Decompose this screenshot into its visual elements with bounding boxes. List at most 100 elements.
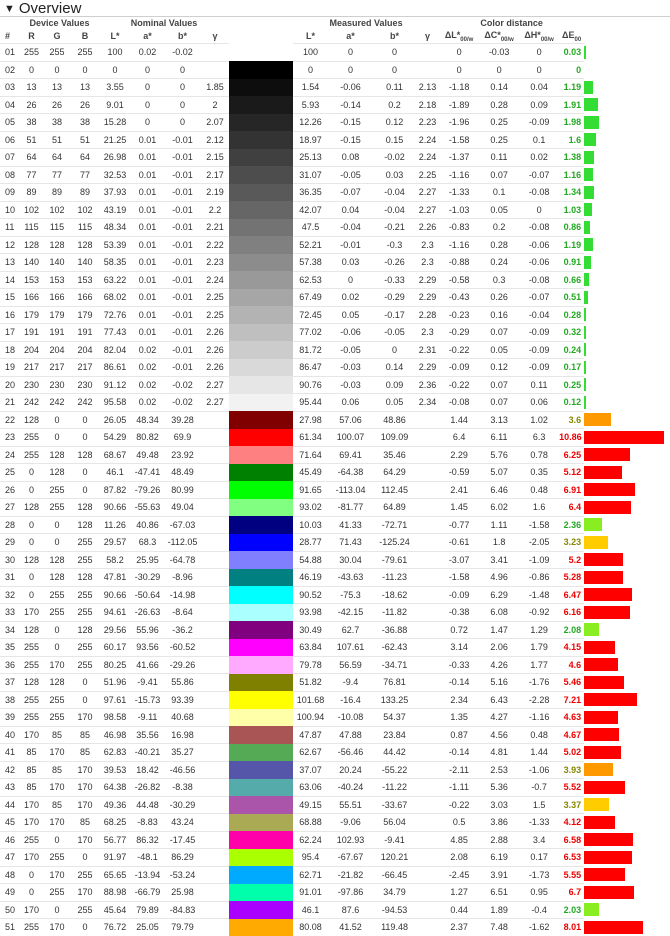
delta-h: -1.06: [519, 760, 560, 779]
measured-l: 28.77: [293, 533, 329, 551]
nominal-l: 48.34: [99, 218, 131, 236]
color-swatch: [229, 183, 294, 201]
delta-c: 5.36: [479, 778, 520, 796]
delta-l: 2.29: [439, 445, 480, 464]
r-value: 26: [20, 95, 43, 114]
measured-a: 69.41: [328, 445, 374, 464]
b-value: 153: [71, 270, 99, 289]
measured-a: -81.77: [328, 498, 374, 516]
delta-e-bar-cell: [584, 884, 670, 902]
nominal-gamma: 2.22: [201, 235, 230, 254]
delta-e: 0: [559, 60, 585, 79]
b-value: 166: [71, 288, 99, 306]
nominal-b: -0.01: [164, 288, 201, 306]
delta-e: 0.25: [559, 375, 585, 394]
nominal-l: 100: [99, 43, 131, 61]
delta-l: 6.4: [439, 428, 480, 446]
delta-e: 1.19: [559, 78, 585, 96]
overview-header[interactable]: ▼ Overview: [0, 0, 670, 17]
measured-l: 63.06: [293, 778, 329, 796]
table-row: 35 255 0 255 60.17 93.56 -60.52 63.84 107.61 -62.…: [0, 638, 670, 656]
delta-h: 0.78: [519, 445, 560, 464]
nominal-l: 86.61: [99, 358, 131, 376]
measured-a: 20.24: [328, 760, 374, 779]
nominal-b: -0.01: [164, 183, 201, 201]
delta-e: 1.91: [559, 95, 585, 114]
measured-a: -56.46: [328, 743, 374, 761]
delta-l: -0.23: [439, 305, 480, 324]
b-value: 217: [71, 358, 99, 376]
row-number: 13: [0, 253, 20, 271]
delta-c: 0.11: [479, 148, 520, 166]
g-value: 0: [43, 428, 71, 446]
b-value: 85: [71, 725, 99, 744]
nominal-l: 26.98: [99, 148, 131, 166]
color-swatch: [229, 288, 294, 306]
table-row: 23 255 0 0 54.29 80.82 69.9 61.34 100.07 109.09 6.…: [0, 428, 670, 446]
table-row: 20 230 230 230 91.12 0.02 -0.02 2.27 90.76 -0.03 0…: [0, 375, 670, 394]
measured-l: 1.54: [293, 78, 329, 96]
b-value: 255: [71, 603, 99, 621]
row-number: 17: [0, 323, 20, 341]
delta-l: -1.96: [439, 113, 480, 131]
table-row: 09 89 89 89 37.93 0.01 -0.01 2.19 36.35 -0.07 -0.0…: [0, 183, 670, 201]
delta-e: 6.25: [559, 445, 585, 464]
delta-l: 0.5: [439, 813, 480, 831]
color-swatch: [229, 428, 294, 446]
table-row: 49 0 255 170 88.98 -66.79 25.98 91.01 -97.86 34.7…: [0, 883, 670, 902]
measured-a: 100.07: [328, 428, 374, 446]
nominal-l: 60.17: [99, 638, 131, 656]
table-row: 01 255 255 255 100 0.02 -0.02 100 0 0 0 -0.03 0 0.03: [0, 43, 670, 61]
delta-e: 6.4: [559, 498, 585, 516]
nominal-l: 98.58: [99, 708, 131, 726]
color-swatch: [229, 393, 294, 411]
delta-e-bar-cell: [584, 411, 670, 429]
nominal-l: 49.36: [99, 795, 131, 814]
delta-e: 4.63: [559, 708, 585, 726]
nominal-b: -84.83: [164, 900, 201, 919]
measured-gamma: 2.3: [416, 235, 440, 254]
nominal-b: 93.39: [164, 690, 201, 709]
delta-h: 0: [519, 60, 560, 79]
row-number: 49: [0, 883, 20, 901]
nominal-l: 90.66: [99, 585, 131, 604]
nominal-gamma: 2.25: [201, 305, 230, 324]
measured-l: 90.52: [293, 585, 329, 604]
delta-h: -0.08: [519, 270, 560, 289]
delta-l: 4.85: [439, 830, 480, 849]
nominal-gamma: [201, 918, 230, 936]
delta-e-bar-cell: [584, 814, 670, 832]
delta-e: 4.6: [559, 655, 585, 674]
r-value: 51: [20, 130, 43, 149]
nominal-gamma: [201, 480, 230, 499]
table-row: 39 255 255 170 98.58 -9.11 40.68 100.94 -10.08 54…: [0, 708, 670, 726]
table-row: 45 170 170 85 68.25 -8.83 43.24 68.88 -9.06 56.04…: [0, 813, 670, 832]
measured-a: 41.52: [328, 918, 374, 936]
nominal-b: -0.01: [164, 165, 201, 184]
b-value: 170: [71, 883, 99, 901]
measured-gamma: 2.3: [416, 253, 440, 271]
nominal-a: 0.01: [131, 305, 164, 324]
table-row: 40 170 85 85 46.98 35.56 16.98 47.87 47.88 23.84 0…: [0, 725, 670, 744]
delta-h: 0.95: [519, 883, 560, 901]
delta-e-bar-cell: [584, 779, 670, 797]
row-number: 11: [0, 218, 20, 236]
g-value: 255: [43, 690, 71, 709]
g-value: 13: [43, 78, 71, 96]
delta-h: 0.09: [519, 95, 560, 114]
g-value: 204: [43, 340, 71, 359]
color-swatch: [229, 866, 294, 884]
delta-e-bar: [584, 325, 587, 339]
collapse-triangle-icon[interactable]: ▼: [4, 3, 15, 15]
color-swatch: [229, 638, 294, 656]
nominal-gamma: 2.2: [201, 200, 230, 219]
measured-l: 42.07: [293, 200, 329, 219]
b-value: 191: [71, 323, 99, 341]
table-row: 33 170 255 255 94.61 -26.63 -8.64 93.98 -42.15 -1…: [0, 603, 670, 621]
color-swatch: [229, 568, 294, 586]
b-value: 230: [71, 375, 99, 394]
delta-h: 1.6: [519, 498, 560, 516]
color-swatch: [229, 463, 294, 481]
delta-e-bar-cell: [584, 114, 670, 132]
nominal-gamma: [201, 883, 230, 901]
